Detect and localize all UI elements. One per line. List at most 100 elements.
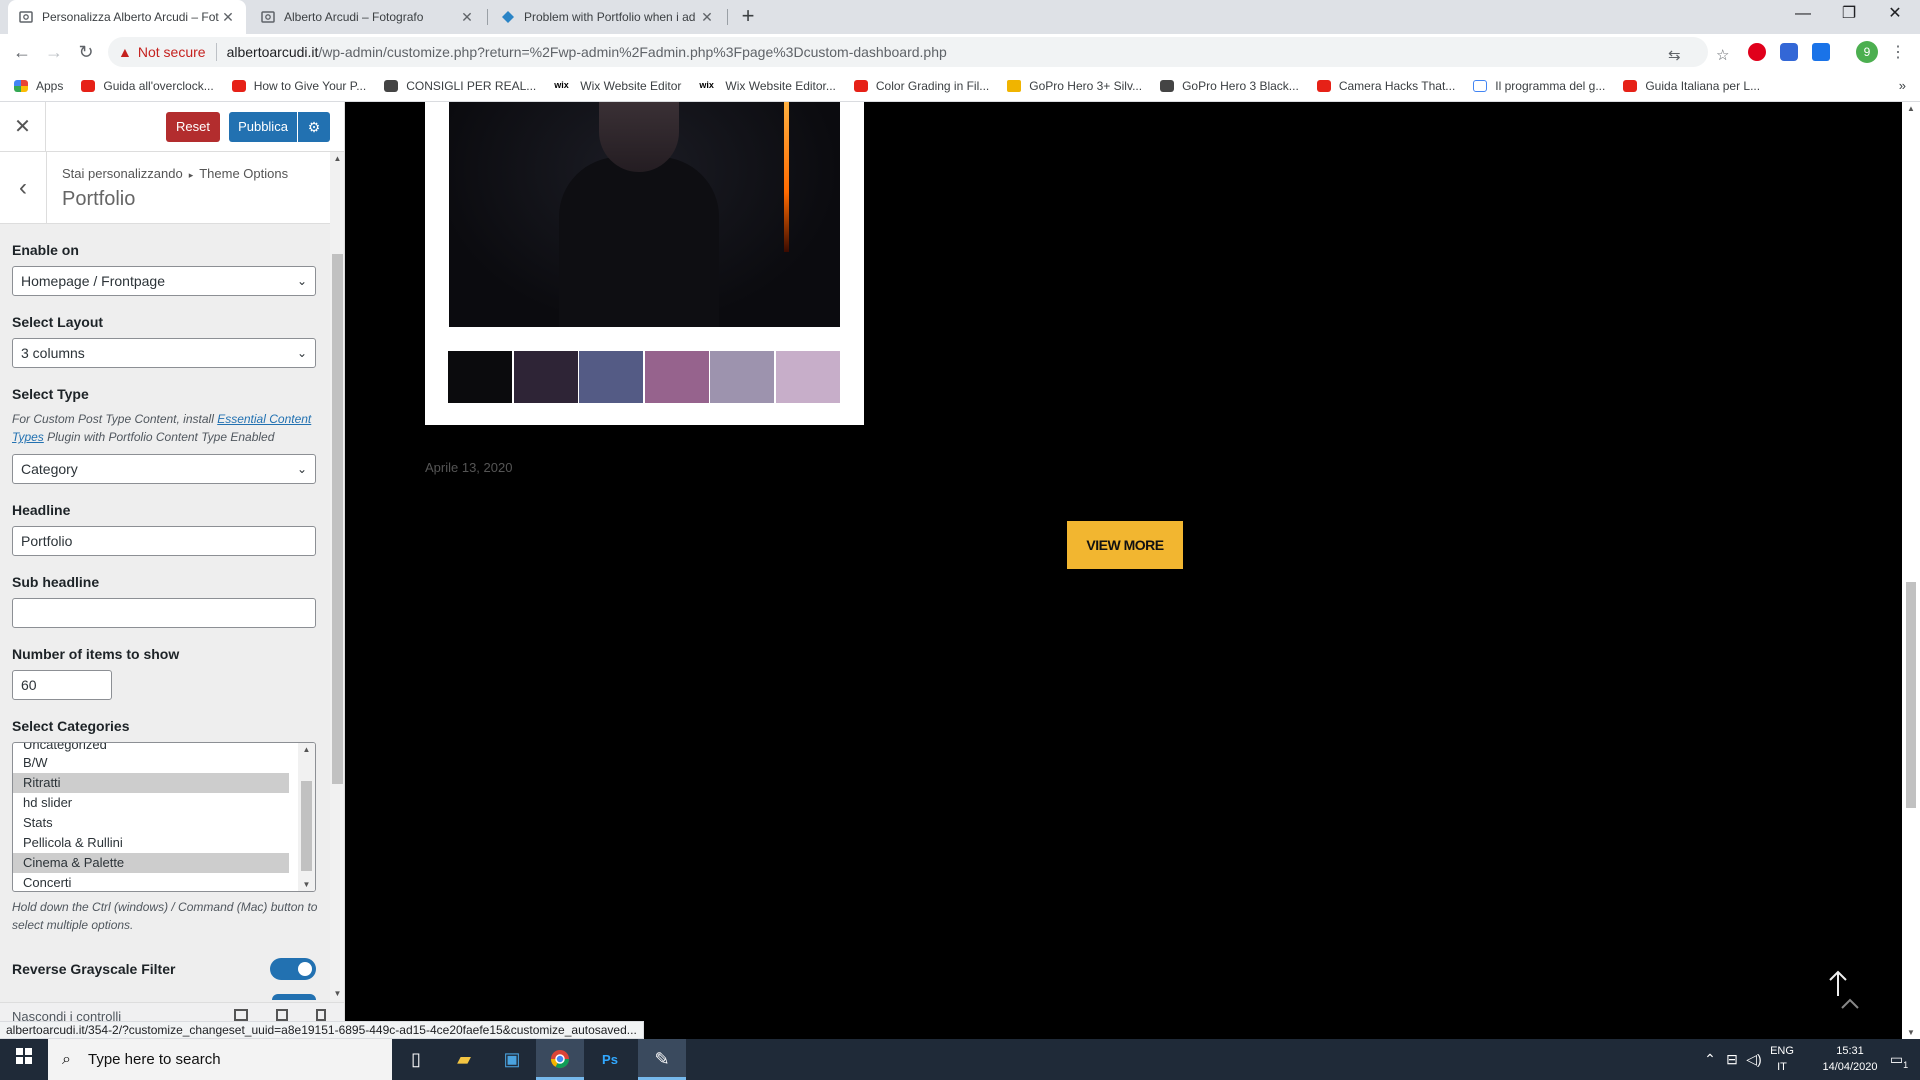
network-icon[interactable]: ⊟ xyxy=(1722,1039,1742,1080)
desktop-preview-icon[interactable] xyxy=(234,1009,248,1021)
back-chevron-icon[interactable]: ‹ xyxy=(0,152,47,224)
post-date: Aprile 13, 2020 xyxy=(425,460,513,475)
scroll-up-icon[interactable]: ▲ xyxy=(330,154,344,163)
portrait-photo[interactable] xyxy=(449,102,840,327)
layout-label: Select Layout xyxy=(12,314,104,330)
layout-select[interactable]: 3 columns ⌄ xyxy=(12,338,316,368)
reload-icon[interactable]: ↻ xyxy=(72,38,100,66)
portfolio-card[interactable] xyxy=(425,102,864,425)
back-to-top-icon[interactable] xyxy=(1826,968,1866,1028)
scroll-thumb[interactable] xyxy=(1906,582,1916,808)
bookmark-item[interactable]: Camera Hacks That... xyxy=(1316,79,1455,93)
file-explorer-icon[interactable]: ▰ xyxy=(440,1039,488,1080)
restore-button[interactable]: ❐ xyxy=(1826,0,1872,30)
toggle-knob xyxy=(298,962,312,976)
translate-icon[interactable]: ⇆ xyxy=(1668,46,1681,64)
scroll-up-icon[interactable]: ▲ xyxy=(298,745,315,754)
scroll-down-icon[interactable]: ▼ xyxy=(1902,1028,1920,1037)
sub-headline-input[interactable] xyxy=(12,598,316,628)
color-swatch xyxy=(513,351,578,403)
bookmark-item[interactable]: wix Wix Website Editor... xyxy=(699,79,835,93)
category-option[interactable]: hd slider xyxy=(13,793,289,813)
taskbar-search[interactable]: ⌕ Type here to search xyxy=(48,1039,392,1080)
category-option[interactable]: B/W xyxy=(13,753,289,773)
profile-avatar[interactable]: 9 xyxy=(1856,41,1878,63)
close-tab-icon[interactable]: ✕ xyxy=(699,9,715,25)
publish-button[interactable]: Pubblica xyxy=(229,112,297,142)
bookmark-item[interactable]: Il programma del g... xyxy=(1473,79,1605,93)
layout-value: 3 columns xyxy=(21,345,85,361)
new-tab-button[interactable]: + xyxy=(736,5,760,29)
minimize-button[interactable]: — xyxy=(1780,0,1826,30)
more-bookmarks-icon[interactable]: » xyxy=(1899,78,1906,93)
windows-taskbar: ⌕ Type here to search ▯ ▰ ▣ Ps ✎ ⌃ ⊟ ◁) … xyxy=(0,1039,1920,1080)
task-view-icon[interactable]: ▯ xyxy=(392,1039,440,1080)
clock[interactable]: 15:31 14/04/2020 xyxy=(1810,1043,1890,1075)
bookmark-item[interactable]: GoPro Hero 3 Black... xyxy=(1160,79,1299,93)
headline-input[interactable]: Portfolio xyxy=(12,526,316,556)
windows-start-icon[interactable] xyxy=(0,1039,48,1080)
bookmark-item[interactable]: Guida Italiana per L... xyxy=(1623,79,1760,93)
bookmark-item[interactable]: How to Give Your P... xyxy=(231,79,366,93)
chevron-up-icon[interactable]: ⌃ xyxy=(1700,1039,1720,1080)
type-select[interactable]: Category ⌄ xyxy=(12,454,316,484)
category-option[interactable]: Concerti xyxy=(13,873,289,891)
scroll-up-icon[interactable]: ▲ xyxy=(1902,104,1920,113)
preview-scrollbar[interactable]: ▲ ▼ xyxy=(1902,102,1920,1039)
chrome-icon[interactable] xyxy=(536,1039,584,1080)
category-option[interactable]: Ritratti xyxy=(13,773,289,793)
extension-icon[interactable] xyxy=(1812,43,1830,61)
tab-site[interactable]: Alberto Arcudi – Fotografo ✕ xyxy=(250,0,485,34)
volume-icon[interactable]: ◁) xyxy=(1744,1039,1764,1080)
category-option[interactable]: Cinema & Palette xyxy=(13,853,289,873)
view-more-button[interactable]: VIEW MORE xyxy=(1067,521,1183,569)
mobile-preview-icon[interactable] xyxy=(316,1009,326,1021)
bookmark-item[interactable]: CONSIGLI PER REAL... xyxy=(384,79,536,93)
gear-icon[interactable]: ⚙ xyxy=(298,112,330,142)
categories-scrollbar[interactable]: ▲ ▼ xyxy=(298,743,315,891)
bookmark-item[interactable]: GoPro Hero 3+ Silv... xyxy=(1007,79,1142,93)
not-secure-label[interactable]: Not secure xyxy=(138,44,206,60)
reset-button[interactable]: Reset xyxy=(166,112,220,142)
window-close-button[interactable]: ✕ xyxy=(1872,0,1918,30)
scroll-thumb[interactable] xyxy=(332,254,343,784)
category-option[interactable]: Pellicola & Rullini xyxy=(13,833,289,853)
section-title: Portfolio xyxy=(62,188,136,210)
enable-on-select[interactable]: Homepage / Frontpage ⌄ xyxy=(12,266,316,296)
bookmark-item[interactable]: wix Wix Website Editor xyxy=(554,79,681,93)
opera-extension-icon[interactable] xyxy=(1748,43,1766,61)
photoshop-icon[interactable]: Ps xyxy=(586,1039,634,1080)
menu-dots-icon[interactable]: ⋮ xyxy=(1890,42,1906,62)
bookmark-item[interactable]: Apps xyxy=(14,79,63,93)
scroll-down-icon[interactable]: ▼ xyxy=(298,880,315,889)
back-arrow-icon[interactable]: ← xyxy=(8,38,36,66)
scroll-down-icon[interactable]: ▼ xyxy=(330,989,344,998)
items-count-input[interactable]: 60 xyxy=(12,670,112,700)
paint-icon[interactable]: ✎ xyxy=(638,1039,686,1080)
grayscale-toggle[interactable] xyxy=(270,958,316,980)
close-tab-icon[interactable]: ✕ xyxy=(220,9,236,25)
clock-time: 15:31 xyxy=(1836,1045,1864,1057)
tab-forum[interactable]: Problem with Portfolio when i ad ✕ xyxy=(490,0,725,34)
bookmark-favicon-icon: wix xyxy=(554,79,569,90)
bookmark-item[interactable]: Guida all'overclock... xyxy=(81,79,214,93)
extension-icon[interactable] xyxy=(1780,43,1798,61)
next-toggle[interactable] xyxy=(272,994,316,1000)
tablet-preview-icon[interactable] xyxy=(276,1009,288,1021)
store-icon[interactable]: ▣ xyxy=(488,1039,536,1080)
tab-customizer[interactable]: Personalizza Alberto Arcudi – Fot ✕ xyxy=(8,0,246,34)
notification-icon[interactable]: ▭1 xyxy=(1884,1039,1914,1080)
categories-multiselect[interactable]: Uncategorized B/W Ritratti hd slider Stats P… xyxy=(12,742,316,892)
forward-arrow-icon[interactable]: → xyxy=(40,38,68,66)
scroll-thumb[interactable] xyxy=(301,781,312,871)
bookmark-star-icon[interactable]: ☆ xyxy=(1716,46,1729,64)
category-option[interactable]: Uncategorized xyxy=(13,743,315,753)
sidebar-scrollbar[interactable]: ▲ ▼ xyxy=(330,152,344,1000)
close-customizer-button[interactable]: ✕ xyxy=(0,102,46,152)
bookmark-favicon-icon xyxy=(1473,79,1488,92)
category-option[interactable]: Stats xyxy=(13,813,289,833)
address-bar[interactable]: ▲ Not secure albertoarcudi.it/wp-admin/c… xyxy=(108,37,1729,67)
bookmark-item[interactable]: Color Grading in Fil... xyxy=(853,79,989,93)
language-indicator[interactable]: ENG IT xyxy=(1767,1043,1797,1075)
close-tab-icon[interactable]: ✕ xyxy=(459,9,475,25)
